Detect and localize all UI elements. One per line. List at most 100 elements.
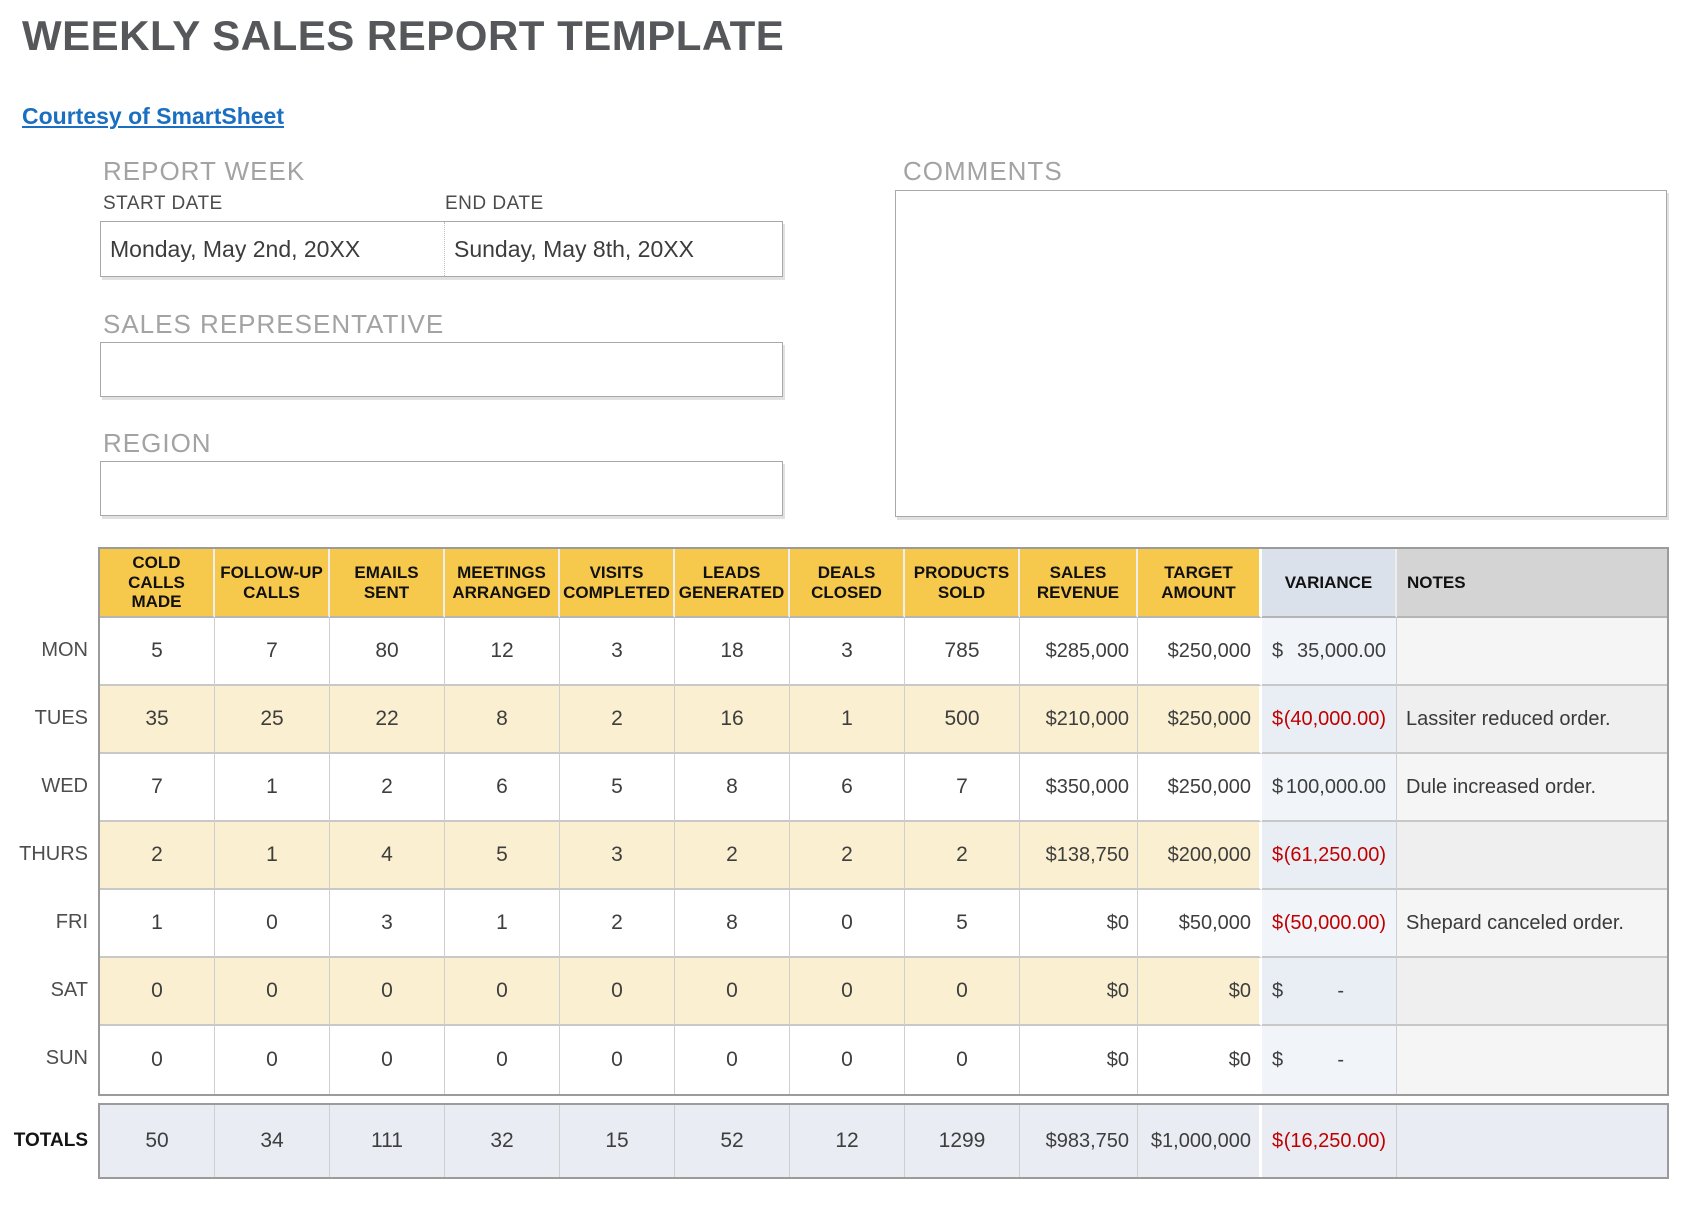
- table-cell: 5: [445, 822, 560, 890]
- table-cell-variance: $(61,250.00): [1262, 822, 1397, 890]
- table-cell-sales-revenue: $0: [1020, 890, 1138, 958]
- table-cell-variance: $(16,250.00): [1262, 1105, 1397, 1177]
- totals-row-label: TOTALS: [0, 1103, 98, 1179]
- table-cell: 1: [215, 754, 330, 822]
- row-label-sun: SUN: [0, 1024, 98, 1092]
- column-header-sales-revenue: SALES REVENUE: [1020, 549, 1138, 618]
- table-cell-sales-revenue: $210,000: [1020, 686, 1138, 754]
- table-cell: 50: [100, 1105, 215, 1177]
- region-field[interactable]: [100, 461, 783, 516]
- row-label-tues: TUES: [0, 684, 98, 752]
- start-date-field[interactable]: Monday, May 2nd, 20XX: [101, 222, 444, 276]
- table-cell: 8: [675, 754, 790, 822]
- table-cell: 0: [215, 1026, 330, 1094]
- report-week-dates: Monday, May 2nd, 20XX Sunday, May 8th, 2…: [100, 221, 783, 277]
- table-cell-sales-revenue: $350,000: [1020, 754, 1138, 822]
- currency-symbol: $: [1272, 640, 1283, 663]
- column-header-variance: VARIANCE: [1262, 549, 1397, 618]
- table-cell: 0: [445, 1026, 560, 1094]
- table-cell: 0: [675, 958, 790, 1026]
- table-cell: 5: [100, 618, 215, 686]
- column-header-target-amount: TARGET AMOUNT: [1138, 549, 1262, 618]
- start-date-label: START DATE: [103, 193, 223, 215]
- table-cell: 12: [790, 1105, 905, 1177]
- table-cell: 0: [215, 958, 330, 1026]
- table-cell: 32: [445, 1105, 560, 1177]
- table-cell: 12: [445, 618, 560, 686]
- table-row-fri: 10312805$0$50,000$(50,000.00)Shepard can…: [100, 890, 1667, 958]
- table-cell-variance: $(50,000.00): [1262, 890, 1397, 958]
- table-cell-notes: Dule increased order.: [1397, 754, 1667, 822]
- currency-symbol: $: [1272, 912, 1283, 935]
- table-header-row: COLD CALLS MADEFOLLOW-UP CALLSEMAILS SEN…: [100, 549, 1667, 618]
- variance-amount: -: [1337, 980, 1386, 1003]
- table-cell-target-amount: $250,000: [1138, 618, 1262, 686]
- table-cell-target-amount: $250,000: [1138, 686, 1262, 754]
- table-cell: 35: [100, 686, 215, 754]
- table-cell-variance: $35,000.00: [1262, 618, 1397, 686]
- end-date-field[interactable]: Sunday, May 8th, 20XX: [444, 222, 782, 276]
- variance-amount: 100,000.00: [1286, 776, 1386, 799]
- table-cell: 1: [445, 890, 560, 958]
- currency-symbol: $: [1272, 980, 1283, 1003]
- row-label-wed: WED: [0, 752, 98, 820]
- table-cell: 0: [905, 1026, 1020, 1094]
- table-cell: 22: [330, 686, 445, 754]
- table-cell-sales-revenue: $983,750: [1020, 1105, 1138, 1177]
- totals-grid: 5034111321552121299$983,750$1,000,000$(1…: [98, 1103, 1669, 1179]
- totals-section: TOTALS 5034111321552121299$983,750$1,000…: [0, 1103, 1669, 1179]
- table-cell: 7: [905, 754, 1020, 822]
- variance-amount: (61,250.00): [1284, 844, 1386, 867]
- end-date-label: END DATE: [445, 193, 544, 215]
- column-header-follow-up-calls: FOLLOW-UP CALLS: [215, 549, 330, 618]
- table-cell: 3: [560, 618, 675, 686]
- table-row-sun: 00000000$0$0$-: [100, 1026, 1667, 1094]
- table-cell-notes: Lassiter reduced order.: [1397, 686, 1667, 754]
- table-cell: 0: [215, 890, 330, 958]
- table-cell: 18: [675, 618, 790, 686]
- row-label-sat: SAT: [0, 956, 98, 1024]
- variance-amount: -: [1337, 1049, 1386, 1072]
- table-cell-sales-revenue: $0: [1020, 1026, 1138, 1094]
- table-cell-sales-revenue: $285,000: [1020, 618, 1138, 686]
- table-cell: 0: [560, 958, 675, 1026]
- table-cell-target-amount: $0: [1138, 958, 1262, 1026]
- table-cell-target-amount: $1,000,000: [1138, 1105, 1262, 1177]
- comments-label: COMMENTS: [903, 156, 1063, 187]
- table-cell-variance: $-: [1262, 958, 1397, 1026]
- currency-symbol: $: [1272, 844, 1283, 867]
- table-cell: 0: [100, 958, 215, 1026]
- table-cell-variance: $(40,000.00): [1262, 686, 1397, 754]
- table-cell: 2: [100, 822, 215, 890]
- table-cell: 5: [560, 754, 675, 822]
- table-cell: 3: [790, 618, 905, 686]
- table-cell: 0: [330, 1026, 445, 1094]
- table-cell: 3: [330, 890, 445, 958]
- table-cell: 7: [215, 618, 330, 686]
- table-cell-target-amount: $250,000: [1138, 754, 1262, 822]
- report-week-label: REPORT WEEK: [103, 156, 305, 187]
- table-cell-sales-revenue: $0: [1020, 958, 1138, 1026]
- column-header-meetings-arranged: MEETINGS ARRANGED: [445, 549, 560, 618]
- table-row-wed: 71265867$350,000$250,000$100,000.00Dule …: [100, 754, 1667, 822]
- table-cell: 1299: [905, 1105, 1020, 1177]
- table-cell-sales-revenue: $138,750: [1020, 822, 1138, 890]
- table-cell: 4: [330, 822, 445, 890]
- table-cell-target-amount: $0: [1138, 1026, 1262, 1094]
- table-row-tues: 35252282161500$210,000$250,000$(40,000.0…: [100, 686, 1667, 754]
- variance-amount: (50,000.00): [1284, 912, 1386, 935]
- table-cell: 2: [330, 754, 445, 822]
- table-cell: 0: [790, 1026, 905, 1094]
- variance-amount: (40,000.00): [1284, 708, 1386, 731]
- smartsheet-credit-link[interactable]: Courtesy of SmartSheet: [22, 103, 284, 130]
- table-cell: 25: [215, 686, 330, 754]
- table-cell: 2: [905, 822, 1020, 890]
- table-cell: 1: [790, 686, 905, 754]
- table-cell-notes: [1397, 618, 1667, 686]
- sales-representative-field[interactable]: [100, 342, 783, 397]
- column-header-visits-completed: VISITS COMPLETED: [560, 549, 675, 618]
- table-cell: 0: [790, 890, 905, 958]
- table-cell-variance: $100,000.00: [1262, 754, 1397, 822]
- comments-field[interactable]: [895, 190, 1667, 517]
- table-row-sat: 00000000$0$0$-: [100, 958, 1667, 1026]
